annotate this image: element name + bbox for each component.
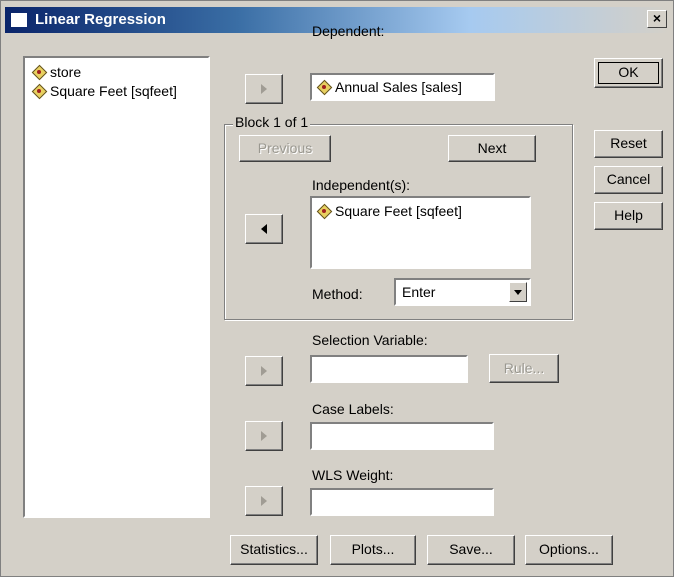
- move-to-wls-weight-button[interactable]: [245, 486, 283, 516]
- method-label: Method:: [312, 286, 363, 302]
- dependent-value-label: Annual Sales [sales]: [335, 79, 462, 95]
- right-arrow-icon: [261, 431, 267, 441]
- case-labels-label: Case Labels:: [312, 401, 394, 417]
- chevron-down-icon[interactable]: [509, 282, 527, 302]
- dependent-label: Dependent:: [312, 23, 385, 39]
- move-to-selection-variable-button[interactable]: [245, 356, 283, 386]
- scale-variable-icon: [33, 66, 45, 78]
- scale-variable-icon: [33, 85, 45, 97]
- remove-independent-button[interactable]: [245, 214, 283, 244]
- case-labels-field[interactable]: [310, 422, 494, 450]
- list-item-label: Square Feet [sqfeet]: [50, 83, 177, 99]
- list-item[interactable]: Square Feet [sqfeet]: [318, 203, 462, 219]
- reset-button[interactable]: Reset: [594, 130, 663, 158]
- right-arrow-icon: [261, 366, 267, 376]
- window-title: Linear Regression: [35, 11, 166, 28]
- block-label: Block 1 of 1: [233, 114, 311, 130]
- selection-variable-field[interactable]: [310, 355, 468, 383]
- method-select[interactable]: Enter: [394, 278, 531, 306]
- ok-button[interactable]: OK: [594, 58, 663, 88]
- independents-list[interactable]: Square Feet [sqfeet]: [310, 196, 531, 269]
- wls-weight-label: WLS Weight:: [312, 467, 394, 483]
- right-arrow-icon: [261, 496, 267, 506]
- independents-label: Independent(s):: [312, 177, 411, 193]
- wls-weight-field[interactable]: [310, 488, 494, 516]
- linear-regression-dialog: Linear Regression × store Square Feet [s…: [0, 0, 674, 577]
- list-item-label: Square Feet [sqfeet]: [335, 203, 462, 219]
- dependent-field[interactable]: Annual Sales [sales]: [310, 73, 495, 101]
- scale-variable-icon: [318, 81, 330, 93]
- method-value: Enter: [402, 284, 436, 300]
- list-item[interactable]: store: [33, 64, 81, 80]
- scale-variable-icon: [318, 205, 330, 217]
- list-item[interactable]: Square Feet [sqfeet]: [33, 83, 177, 99]
- options-button[interactable]: Options...: [525, 535, 613, 565]
- rule-button[interactable]: Rule...: [489, 354, 559, 383]
- list-item-label: store: [50, 64, 82, 80]
- window-icon: [11, 13, 27, 27]
- source-variable-list[interactable]: store Square Feet [sqfeet]: [23, 56, 210, 518]
- previous-button[interactable]: Previous: [239, 135, 331, 162]
- statistics-button[interactable]: Statistics...: [230, 535, 318, 565]
- left-arrow-icon: [261, 224, 267, 234]
- right-arrow-icon: [261, 84, 267, 94]
- selection-variable-label: Selection Variable:: [312, 332, 428, 348]
- next-button[interactable]: Next: [448, 135, 536, 162]
- cancel-button[interactable]: Cancel: [594, 166, 663, 194]
- close-button[interactable]: ×: [647, 10, 667, 28]
- save-button[interactable]: Save...: [427, 535, 515, 565]
- move-to-dependent-button[interactable]: [245, 74, 283, 104]
- move-to-case-labels-button[interactable]: [245, 421, 283, 451]
- dependent-value: Annual Sales [sales]: [318, 79, 462, 95]
- plots-button[interactable]: Plots...: [330, 535, 416, 565]
- help-button[interactable]: Help: [594, 202, 663, 230]
